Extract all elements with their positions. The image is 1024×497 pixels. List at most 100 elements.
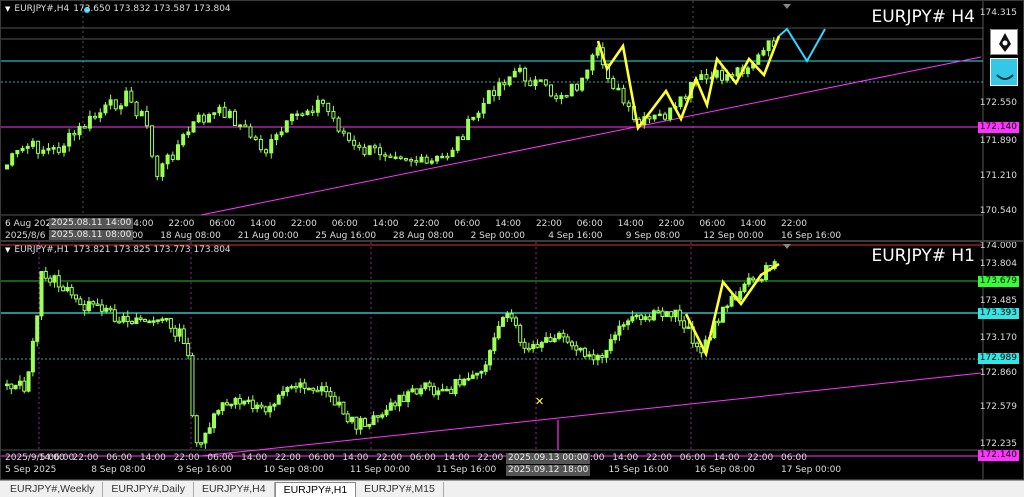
h1-candle: [276, 394, 281, 405]
h1-candle: [78, 298, 83, 306]
h1-candle: [686, 326, 691, 329]
h4-candle: [336, 117, 341, 132]
h1-candle: [414, 388, 419, 395]
h1-candle: [5, 383, 9, 387]
h1-candle: [69, 286, 74, 296]
h1-candle: [74, 294, 79, 300]
h1-candle: [410, 388, 415, 393]
collapse-arrow-icon[interactable]: ▼: [5, 246, 10, 254]
h4-candle: [15, 150, 20, 155]
h1-price-label: 172.235: [979, 439, 1017, 449]
h4-candle: [621, 87, 626, 104]
h4-price-label: 170.540: [979, 206, 1017, 216]
h1-candle: [117, 320, 122, 324]
h1-big-title: EURJPY# H1: [871, 246, 975, 266]
h4-candle: [305, 110, 310, 116]
h4-candle: [30, 140, 35, 147]
h1-candle: [677, 309, 682, 322]
chart-tab-4[interactable]: EURJPY#,M15: [356, 482, 444, 497]
h4-candle: [486, 90, 491, 104]
h1-time-label-major: 5 Sep 2025: [5, 465, 57, 475]
h4-candle: [326, 102, 331, 113]
h1-candle: [380, 414, 385, 418]
h4-candle: [67, 132, 72, 147]
h4-candle: [502, 82, 507, 86]
h1-candle: [626, 320, 631, 326]
h1-chart-canvas[interactable]: ✕: [1, 242, 1024, 480]
h1-candle: [82, 304, 87, 312]
h1-candle: [561, 332, 566, 338]
h4-candle: [564, 94, 569, 98]
h4-candle: [300, 113, 305, 116]
h4-time-label-major: 16 Sep 16:00: [781, 231, 842, 241]
h1-candle: [449, 388, 454, 395]
collapse-arrow-icon[interactable]: ▼: [5, 5, 10, 13]
h1-candle: [522, 341, 527, 349]
h1-crosshair-time-box: 2025.09.13 00:00: [506, 453, 591, 464]
h1-candle: [345, 413, 350, 423]
h1-candles: [5, 259, 777, 449]
h1-candle: [86, 301, 91, 312]
h4-shift-marker: [783, 4, 791, 9]
h1-price-label: 173.485: [979, 296, 1017, 306]
h1-candle: [65, 286, 70, 292]
h1-candle: [324, 386, 329, 393]
h4-candle: [51, 147, 56, 150]
h1-candle: [194, 415, 199, 444]
h1-time-label: 06:00: [679, 453, 706, 463]
h4-candle: [574, 83, 579, 91]
h4-candle: [25, 145, 30, 149]
h1-time-label: 14:00: [139, 453, 166, 463]
h4-chart-canvas[interactable]: [1, 1, 1024, 241]
chart-tab-3[interactable]: EURJPY#,H1: [274, 482, 357, 497]
h4-candle: [424, 156, 429, 164]
h1-candle: [406, 391, 411, 403]
h1-price-label: 173.804: [979, 259, 1017, 269]
h4-candle: [435, 155, 440, 162]
h4-candle: [10, 153, 15, 166]
h4-candle: [383, 154, 388, 157]
h4-candle: [362, 146, 367, 155]
chart-tab-1[interactable]: EURJPY#,Daily: [103, 482, 194, 497]
h1-candle: [272, 403, 277, 407]
signal-panel-icon[interactable]: [990, 58, 1018, 86]
h4-time-label: 06:00: [576, 219, 603, 229]
h4-candle: [61, 145, 66, 153]
h1-candle: [358, 418, 363, 430]
h1-candle: [720, 306, 725, 323]
chart-pane-h4[interactable]: ▼ EURJPY#,H4 173.650 173.832 173.587 173…: [0, 0, 1024, 241]
h1-time-label-major: 8 Sep 08:00: [91, 465, 146, 475]
h1-candle: [552, 337, 557, 343]
h1-candle: [173, 327, 178, 337]
h1-time-label: 14:00: [443, 453, 470, 463]
h4-candle: [129, 90, 134, 103]
h4-candle: [155, 155, 160, 177]
h4-price-label: 171.890: [979, 136, 1017, 146]
chart-tab-2[interactable]: EURJPY#,H4: [194, 482, 275, 497]
h4-candle: [507, 76, 512, 86]
h1-candle: [436, 390, 441, 396]
h1-candle: [569, 341, 574, 347]
h4-candle: [289, 113, 294, 122]
h4-big-title: EURJPY# H4: [871, 7, 975, 27]
h1-candle: [440, 388, 445, 392]
h1-candle: [104, 307, 109, 312]
h4-time-label-major: 25 Aug 16:00: [315, 231, 377, 241]
h4-candle: [124, 90, 129, 107]
chart-tab-0[interactable]: EURJPY#,Weekly: [2, 482, 104, 497]
chart-pane-h1[interactable]: ✕ ▼ EURJPY#,H1 173.821 173.825 173.773 1…: [0, 241, 1024, 480]
h1-candle: [544, 337, 549, 343]
h4-candle: [616, 87, 621, 91]
h1-time-label: 06:00: [106, 453, 133, 463]
h4-candle: [36, 140, 41, 154]
h1-candle: [293, 385, 298, 389]
h4-candle: [657, 113, 662, 117]
h1-candle: [384, 409, 389, 416]
h4-time-label: 06:00: [454, 219, 481, 229]
h1-time-label-major: 11 Sep 00:00: [349, 465, 410, 475]
h1-candle: [199, 442, 204, 445]
pen-tool-icon[interactable]: [990, 29, 1018, 55]
h1-time-label: 22:00: [376, 453, 403, 463]
h1-price-label: 174.000: [979, 241, 1017, 251]
h1-candle: [375, 415, 380, 418]
